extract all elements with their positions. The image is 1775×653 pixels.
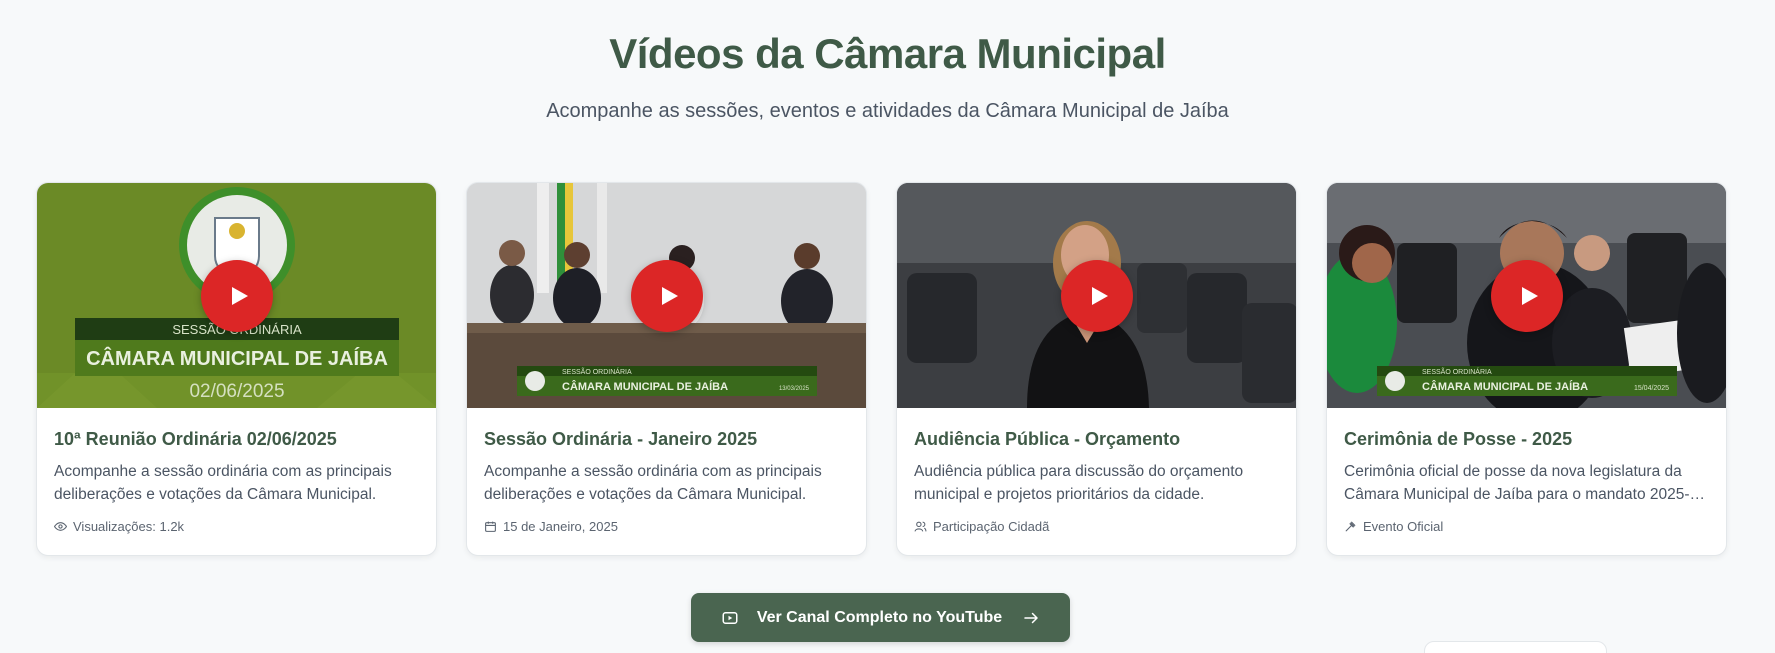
- calendar-icon: [485, 521, 496, 532]
- video-meta: Evento Oficial: [1344, 519, 1709, 534]
- youtube-button-label: Ver Canal Completo no YouTube: [756, 608, 1003, 626]
- gavel-icon: [1345, 521, 1356, 532]
- section-title: Vídeos da Câmara Municipal: [609, 30, 1166, 77]
- video-description: Audiência pública para discussão do orça…: [914, 463, 1244, 503]
- users-icon: [914, 521, 927, 532]
- video-thumbnail[interactable]: SESSÃO ORDINÁRIA CÂMARA MUNICIPAL DE JAÍ…: [1327, 183, 1726, 408]
- play-button[interactable]: [200, 259, 273, 332]
- video-cards: SESSÃO ORDINÁRIA CÂMARA MUNICIPAL DE JAÍ…: [36, 182, 1727, 556]
- video-description: Acompanhe a sessão ordinária com as prin…: [484, 463, 822, 503]
- thumb-banner-top: SESSÃO ORDINÁRIA: [1422, 367, 1492, 376]
- video-meta: Visualizações: 1.2k: [54, 519, 419, 534]
- video-card[interactable]: SESSÃO ORDINÁRIA CÂMARA MUNICIPAL DE JAÍ…: [1326, 182, 1727, 556]
- video-card[interactable]: SESSÃO ORDINÁRIA CÂMARA MUNICIPAL DE JAÍ…: [466, 182, 867, 556]
- meta-text: Participação Cidadã: [933, 519, 1050, 534]
- video-card[interactable]: SESSÃO ORDINÁRIA CÂMARA MUNICIPAL DE JAÍ…: [36, 182, 437, 556]
- arrow-right-icon: [1024, 612, 1038, 623]
- video-description: Acompanhe a sessão ordinária com as prin…: [54, 463, 392, 503]
- play-icon: [231, 286, 248, 305]
- video-title[interactable]: 10ª Reunião Ordinária 02/06/2025: [54, 428, 419, 450]
- video-meta: Participação Cidadã: [914, 519, 1279, 534]
- video-meta: 15 de Janeiro, 2025: [484, 519, 849, 534]
- thumb-banner-main: CÂMARA MUNICIPAL DE JAÍBA: [562, 380, 728, 393]
- play-button[interactable]: [1490, 259, 1563, 332]
- youtube-channel-button[interactable]: Ver Canal Completo no YouTube: [691, 593, 1070, 642]
- play-icon: [1091, 286, 1108, 305]
- meta-text: Evento Oficial: [1363, 519, 1444, 534]
- meta-text: 15 de Janeiro, 2025: [503, 519, 618, 534]
- thumb-banner-main: CÂMARA MUNICIPAL DE JAÍBA: [1422, 380, 1588, 393]
- floating-widget: [1424, 641, 1607, 653]
- video-title[interactable]: Cerimônia de Posse - 2025: [1344, 428, 1709, 450]
- video-thumbnail[interactable]: SESSÃO ORDINÁRIA CÂMARA MUNICIPAL DE JAÍ…: [467, 183, 866, 408]
- play-button[interactable]: [1060, 259, 1133, 332]
- video-description: Cerimônia oficial de posse da nova legis…: [1344, 463, 1690, 503]
- eye-icon: [54, 522, 67, 531]
- thumb-banner-main: CÂMARA MUNICIPAL DE JAÍBA: [86, 346, 388, 370]
- video-icon: [722, 611, 738, 624]
- video-thumbnail[interactable]: [897, 183, 1296, 408]
- thumb-date: 13/03/2025: [779, 386, 810, 392]
- videos-section: Vídeos da Câmara Municipal Acompanhe as …: [0, 0, 1775, 653]
- play-icon: [661, 286, 678, 305]
- play-icon: [1521, 286, 1538, 305]
- thumb-banner-top: SESSÃO ORDINÁRIA: [562, 367, 632, 376]
- thumb-date: 15/04/2025: [1634, 385, 1669, 392]
- video-title[interactable]: Sessão Ordinária - Janeiro 2025: [484, 428, 849, 450]
- thumb-date: 02/06/2025: [189, 381, 284, 402]
- video-thumbnail[interactable]: SESSÃO ORDINÁRIA CÂMARA MUNICIPAL DE JAÍ…: [37, 183, 436, 408]
- section-subtitle: Acompanhe as sessões, eventos e atividad…: [546, 100, 1229, 122]
- video-title[interactable]: Audiência Pública - Orçamento: [914, 428, 1279, 450]
- meta-text: Visualizações: 1.2k: [73, 519, 185, 534]
- play-button[interactable]: [630, 259, 703, 332]
- video-card[interactable]: Audiência Pública - Orçamento Audiência …: [896, 182, 1297, 556]
